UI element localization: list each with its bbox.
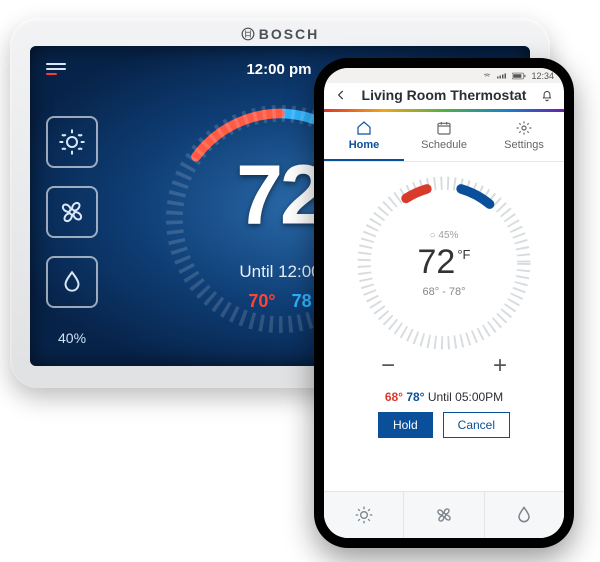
- bottom-toolbar: [324, 491, 564, 538]
- status-time: 12:34: [531, 71, 554, 81]
- tab-schedule[interactable]: Schedule: [404, 112, 484, 161]
- schedule-summary: 68° 78° Until 05:00PM: [324, 390, 564, 404]
- hold-button[interactable]: Hold: [378, 412, 433, 438]
- increase-button[interactable]: +: [493, 352, 507, 380]
- tab-home[interactable]: Home: [324, 112, 404, 161]
- decrease-button[interactable]: −: [381, 352, 395, 380]
- app-header: Living Room Thermostat: [324, 83, 564, 109]
- back-icon[interactable]: [334, 88, 348, 102]
- humidity-icon[interactable]: [46, 256, 98, 308]
- screen-title: Living Room Thermostat: [362, 87, 527, 103]
- bottom-humidity-icon[interactable]: [485, 492, 564, 538]
- phone-current-temperature: 72°F: [349, 243, 539, 282]
- bottom-fan-icon[interactable]: [404, 492, 484, 538]
- action-buttons: Hold Cancel: [324, 412, 564, 438]
- schedule-until: Until 05:00PM: [428, 390, 503, 404]
- mode-icon-column: 40%: [46, 116, 98, 346]
- tab-bar: Home Schedule Settings: [324, 112, 564, 162]
- heat-setpoint: 70°: [248, 291, 275, 312]
- calendar-icon: [436, 120, 452, 136]
- current-temperature: 72: [236, 146, 323, 243]
- schedule-heat: 68°: [385, 390, 403, 404]
- humidity-value: 40%: [58, 330, 98, 346]
- wifi-status-icon: [482, 72, 492, 80]
- home-icon: [356, 120, 372, 136]
- phone-temperature-dial[interactable]: ○ 45% 72°F 68° - 78° − +: [324, 162, 564, 380]
- schedule-cool: 78°: [406, 390, 424, 404]
- phone-range: 68° - 78°: [349, 286, 539, 298]
- clock: 12:00 pm: [246, 61, 311, 78]
- bottom-mode-icon[interactable]: [324, 492, 404, 538]
- setpoint-range: 70° 78: [248, 291, 311, 312]
- cool-setpoint: 78: [292, 291, 312, 312]
- mode-icon[interactable]: [46, 116, 98, 168]
- phone-statusbar: 12:34: [324, 68, 564, 83]
- brand-label: BOSCH: [30, 26, 530, 46]
- bell-icon[interactable]: [540, 88, 554, 102]
- tab-settings[interactable]: Settings: [484, 112, 564, 161]
- hold-until-label: Until 12:00: [239, 262, 320, 282]
- fan-icon[interactable]: [46, 186, 98, 238]
- phone-mockup: 12:34 Living Room Thermostat Home Schedu…: [314, 58, 574, 548]
- cancel-button[interactable]: Cancel: [443, 412, 510, 438]
- signal-icon: [497, 72, 507, 80]
- gear-icon: [516, 120, 532, 136]
- menu-icon[interactable]: [46, 63, 66, 75]
- battery-icon: [512, 72, 526, 80]
- phone-humidity: ○ 45%: [349, 230, 539, 241]
- bosch-logo-icon: [241, 27, 255, 41]
- phone-screen: 12:34 Living Room Thermostat Home Schedu…: [324, 68, 564, 538]
